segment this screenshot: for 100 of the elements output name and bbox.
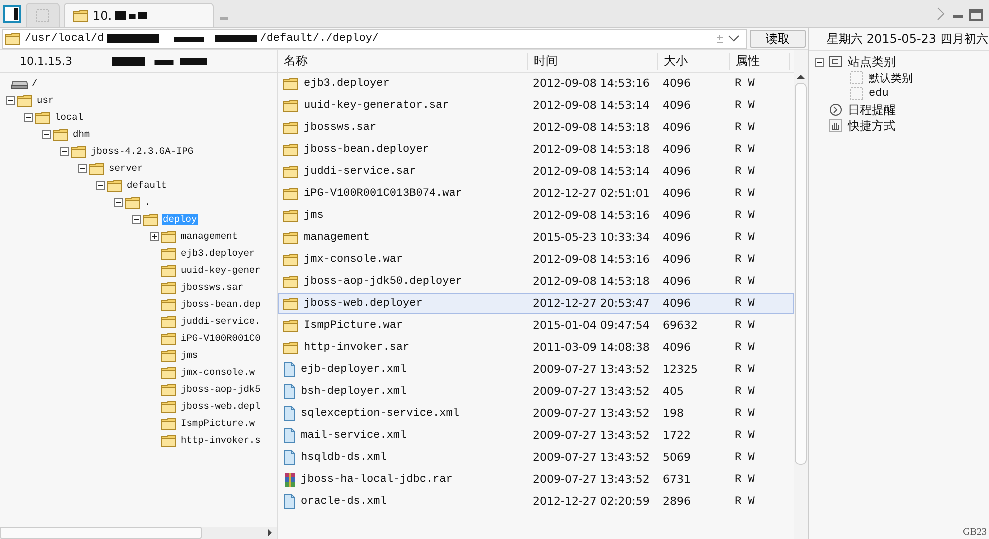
file-row[interactable]: ejb-deployer.xml 2009-07-27 13:43:52 12325 R W [278, 359, 794, 380]
side-item[interactable]: 日程提醒 [848, 102, 896, 118]
table-cell-text: R W [734, 144, 756, 156]
redaction-mark [115, 10, 148, 21]
tree-item[interactable]: dhm [72, 129, 92, 140]
file-row[interactable]: http-invoker.sar 2011-03-09 14:08:38 4096 R W [278, 337, 794, 358]
file-name: jbossws.sar [304, 122, 377, 134]
tree-item[interactable]: jboss-aop-jdk5 [180, 384, 262, 395]
file-row[interactable]: jboss-web.deployer 2012-12-27 20:53:47 4096 R W [278, 293, 794, 314]
file-row[interactable]: jboss-bean.deployer 2012-09-08 14:53:18 4096 R W [278, 139, 794, 160]
document-icon [283, 450, 297, 466]
file-row[interactable]: jboss-aop-jdk50.deployer 2012-09-08 14:53:18 4096 R W [278, 271, 794, 292]
tree-item[interactable]: juddi-service. [180, 316, 262, 327]
file-row[interactable]: jms 2012-09-08 14:53:16 4096 R W [278, 205, 794, 226]
tree-item[interactable]: server [108, 163, 144, 174]
side-item[interactable]: 默认类别 [869, 70, 913, 86]
tree-item[interactable]: iPG-V100R001C0 [180, 333, 262, 344]
file-row[interactable]: iPG-V100R001C013B074.war 2012-12-27 02:51:01 4096 R W [278, 183, 794, 204]
tab[interactable]: 10. [64, 3, 214, 27]
scroll-right-icon[interactable] [267, 529, 273, 537]
scroll-thumb[interactable] [0, 527, 202, 539]
file-row[interactable]: juddi-service.sar 2012-09-08 14:53:14 4096 R W [278, 161, 794, 182]
hand-icon [829, 119, 843, 133]
file-row[interactable]: bsh-deployer.xml 2009-07-27 13:43:52 405 R W [278, 381, 794, 402]
tree-item[interactable]: http-invoker.s [180, 435, 262, 446]
table-cell-text: 2009-07-27 13:43:52 [532, 429, 651, 442]
collapse-icon[interactable] [96, 181, 105, 190]
tree-item[interactable]: IsmpPicture.w [180, 418, 256, 429]
folder-icon [107, 178, 124, 192]
table-cell-text: R W [734, 408, 756, 420]
expand-icon[interactable] [150, 232, 159, 241]
table-cell-text: 5069 [662, 451, 692, 464]
file-row[interactable]: management 2015-05-23 10:33:34 4096 R W [278, 227, 794, 248]
column-header[interactable]: 大小 [658, 52, 730, 70]
path-field[interactable]: /usr/local/d /default/./deploy/ [2, 28, 747, 48]
tree-item[interactable]: uuid-key-gener [180, 265, 262, 276]
column-header[interactable]: 名称 [278, 52, 528, 70]
tree-item[interactable]: jboss-4.2.3.GA-IPG [90, 146, 195, 157]
maximize-icon[interactable] [969, 8, 983, 22]
table-cell-text: 2012-12-27 02:20:59 [532, 495, 651, 508]
collapse-icon[interactable] [114, 198, 123, 207]
collapse-icon[interactable] [78, 164, 87, 173]
tree-item[interactable]: usr [36, 95, 56, 106]
tree-item[interactable]: jboss-web.depl [180, 401, 262, 412]
tree-item[interactable]: ejb3.deployer [180, 248, 256, 259]
tree-item[interactable]: jbossws.sar [180, 282, 245, 293]
folder-icon [283, 120, 300, 134]
folder-icon [283, 76, 300, 90]
tree-item[interactable]: default [126, 180, 168, 191]
file-row[interactable]: hsqldb-ds.xml 2009-07-27 13:43:52 5069 R W [278, 447, 794, 468]
folder-icon [161, 366, 178, 380]
folder-icon [53, 128, 70, 142]
collapse-icon[interactable] [42, 130, 51, 139]
table-cell-text: R W [734, 342, 756, 354]
file-name: jboss-web.deployer [304, 298, 423, 310]
table-cell-text: R W [734, 210, 756, 222]
file-row[interactable]: IsmpPicture.war 2015-01-04 09:47:54 69632 R W [278, 315, 794, 336]
blank-item-icon [850, 71, 864, 85]
file-row[interactable]: jmx-console.war 2012-09-08 14:53:16 4096 R W [278, 249, 794, 270]
table-cell-text: 12325 [662, 363, 699, 376]
file-row[interactable]: ejb3.deployer 2012-09-08 14:53:16 4096 R W [278, 73, 794, 94]
folder-icon [161, 280, 178, 294]
tree-item[interactable]: jmx-console.w [180, 367, 256, 378]
tree-item[interactable]: jboss-bean.dep [180, 299, 262, 310]
file-row[interactable]: jboss-ha-local-jdbc.rar 2009-07-27 13:43:52 6731 R W [278, 469, 794, 490]
dropdown-icon[interactable] [728, 34, 740, 42]
collapse-icon[interactable] [6, 96, 15, 105]
clock-icon [829, 103, 843, 117]
folder-icon [161, 416, 178, 430]
column-header[interactable]: 属性 [730, 52, 790, 70]
file-name: http-invoker.sar [304, 342, 410, 354]
collapse-icon[interactable] [60, 147, 69, 156]
table-cell-text: 4096 [662, 253, 692, 266]
file-name: jmx-console.war [304, 254, 404, 266]
file-row[interactable]: oracle-ds.xml 2012-12-27 02:20:59 2896 R W [278, 491, 794, 512]
file-row[interactable]: jbossws.sar 2012-09-08 14:53:18 4096 R W [278, 117, 794, 138]
side-item[interactable]: 站点类别 [848, 54, 896, 70]
table-cell-text: R W [734, 166, 756, 178]
read-button[interactable]: 读取 [750, 30, 806, 48]
tree-item[interactable]: / [31, 78, 39, 89]
file-row[interactable]: sqlexception-service.xml 2009-07-27 13:43:52 198 R W [278, 403, 794, 424]
collapse-icon[interactable] [815, 58, 824, 66]
folder-icon [71, 144, 88, 158]
file-name: jboss-ha-local-jdbc.rar [301, 474, 453, 486]
tree-item[interactable]: management [180, 231, 240, 242]
scroll-thumb[interactable] [795, 83, 807, 465]
tree-item[interactable]: local [54, 112, 85, 123]
file-row[interactable]: mail-service.xml 2009-07-27 13:43:52 1722 R W [278, 425, 794, 446]
side-item[interactable]: 快捷方式 [848, 118, 896, 134]
collapse-icon[interactable] [24, 113, 33, 122]
folder-icon [161, 314, 178, 328]
scroll-up-icon[interactable] [797, 74, 805, 80]
side-item[interactable]: edu [869, 88, 889, 100]
table-cell-text: 198 [662, 407, 685, 420]
file-row[interactable]: uuid-key-generator.sar 2012-09-08 14:53:14 4096 R W [278, 95, 794, 116]
tree-item[interactable]: . [144, 197, 152, 208]
collapse-icon[interactable] [132, 215, 141, 224]
tree-item[interactable]: jms [180, 350, 200, 361]
column-header[interactable]: 时间 [528, 52, 658, 70]
panel-icon[interactable] [2, 4, 22, 24]
